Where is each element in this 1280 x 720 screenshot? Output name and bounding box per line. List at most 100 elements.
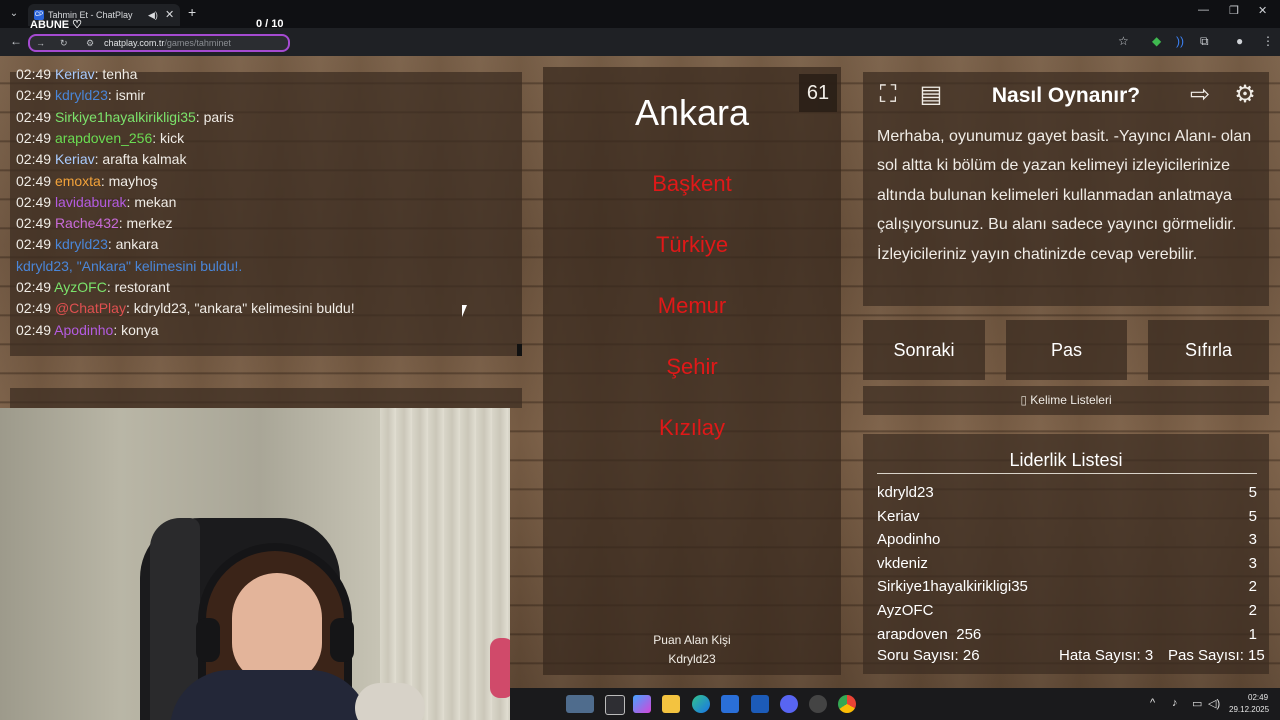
mouse-cursor (462, 305, 472, 317)
clock-date[interactable]: 29.12.2025 (1229, 705, 1269, 714)
chat-username[interactable]: kdryld23 (55, 87, 108, 103)
url-host: chatplay.com.tr (104, 38, 165, 48)
menu-kebab-icon[interactable]: ⋮ (1262, 34, 1274, 48)
profile-avatar-icon[interactable]: ● (1236, 34, 1243, 48)
chat-time: 02:49 (16, 236, 52, 253)
new-tab-icon[interactable]: + (188, 4, 196, 20)
copilot-icon[interactable] (633, 695, 651, 713)
taboo-word-5: Kızılay (658, 415, 726, 440)
site-info-icon[interactable]: ⚙ (86, 36, 94, 50)
chrome-icon[interactable] (838, 695, 856, 713)
discord-icon[interactable] (780, 695, 798, 713)
chat-text: paris (203, 108, 234, 125)
chat-time: 02:49 (16, 193, 52, 210)
chat-username[interactable]: Keriav (55, 66, 95, 82)
extension-shield-icon[interactable]: ◆ (1152, 34, 1161, 48)
close-tab-icon[interactable]: ✕ (165, 4, 174, 26)
chat-text: ismir (115, 87, 146, 104)
chat-username[interactable]: emoxta (55, 173, 101, 189)
close-window-icon[interactable]: ✕ (1258, 4, 1267, 17)
chat-time: 02:49 (16, 151, 52, 168)
chat-scrollbar[interactable] (517, 344, 522, 356)
streamer-body (170, 670, 370, 720)
chat-username[interactable]: Rache432 (55, 215, 119, 231)
windows-taskbar (510, 688, 1280, 720)
headphone-left (196, 618, 220, 662)
reset-button[interactable]: Sıfırla (1148, 320, 1269, 380)
back-icon[interactable]: ← (10, 34, 22, 48)
task-view-icon[interactable] (605, 695, 625, 715)
url-text: chatplay.com.tr/games/tahminet (104, 36, 231, 50)
leaderboard-name: Apodinho (877, 531, 941, 549)
chat-time: 02:49 (16, 172, 52, 189)
bookmark-star-icon[interactable]: ☆ (1118, 34, 1129, 48)
taboo-word-3: Memur (657, 293, 727, 318)
chat-time: 02:49 (16, 108, 52, 125)
store-icon[interactable] (721, 695, 739, 713)
notebook-icon: ▯ (1020, 393, 1031, 407)
chat-message: 02:49 @ChatPlay: kdryld23, "ankara" keli… (16, 300, 355, 317)
chat-username[interactable]: Keriav (55, 151, 95, 167)
chat-time: 02:49 (16, 66, 52, 82)
microphone-tray-icon[interactable]: ♪ (1172, 697, 1178, 709)
chat-message: 02:49 Keriav: tenha (16, 66, 138, 82)
taboo-word-4: Şehir (666, 354, 718, 379)
settings-gear-icon[interactable]: ⚙ (1228, 78, 1262, 112)
word-lists-text: Kelime Listeleri (1030, 393, 1112, 407)
extensions-icon[interactable]: ⧉ (1200, 34, 1209, 49)
chat-message: 02:49 lavidaburak: mekan (16, 193, 177, 210)
url-path: /games/tahminet (164, 38, 231, 48)
leaderboard-score: 3 (1248, 531, 1257, 549)
chat-username[interactable]: AyzOFC (54, 279, 107, 295)
forward-icon[interactable]: → (36, 36, 45, 50)
word-lists-label[interactable]: ▯ Kelime Listeleri (863, 386, 1269, 415)
file-explorer-icon[interactable] (662, 695, 680, 713)
headphone-right (330, 618, 354, 662)
minimize-icon[interactable]: — (1198, 4, 1209, 16)
tray-chevron-icon[interactable]: ^ (1150, 697, 1155, 709)
main-word: Ankara (634, 92, 750, 133)
question-count: Soru Sayısı: 26 (877, 647, 980, 664)
extension-sound-icon[interactable]: )) (1176, 34, 1184, 48)
next-button[interactable]: Sonraki (863, 320, 985, 380)
leaderboard-score: 5 (1248, 507, 1257, 525)
clock-time[interactable]: 02:49 (1248, 693, 1268, 702)
webcam-feed (0, 408, 510, 720)
tab-search-icon[interactable]: ⌄ (6, 6, 22, 22)
reload-icon[interactable]: ↻ (60, 36, 68, 50)
leaderboard-name: kdryld23 (877, 484, 934, 501)
chat-message: 02:49 Apodinho: konya (16, 321, 159, 338)
leaderboard-name: vkdeniz (877, 554, 928, 572)
chat-username[interactable]: Sirkiye1hayalkirikligi35 (55, 109, 196, 125)
leaderboard-score: 2 (1248, 578, 1257, 596)
chat-username[interactable]: lavidaburak (55, 194, 127, 210)
exit-icon[interactable]: ⇨ (1183, 78, 1217, 112)
speaker-icon[interactable]: ◀) (148, 4, 158, 26)
leaderboard-list[interactable]: kdryld23 5 Keriav 5 Apodinho 3 vkdeniz 3 Sirkiye… (863, 480, 1269, 640)
chat-username[interactable]: arapdoven_256 (55, 130, 152, 146)
leaderboard-name: Sirkiye1hayalkirikligi35 (877, 578, 1028, 596)
widgets-icon[interactable] (566, 695, 594, 713)
chat-time: 02:49 (16, 321, 52, 338)
chat-message: 02:49 Keriav: arafta kalmak (16, 151, 187, 168)
chat-text: kdryld23, "ankara" kelimesini buldu! (133, 300, 355, 317)
chat-username[interactable]: @ChatPlay (55, 300, 126, 316)
restore-icon[interactable]: ❐ (1229, 4, 1239, 17)
scorer-name: Kdryld23 (668, 652, 716, 666)
pass-button[interactable]: Pas (1006, 320, 1127, 380)
volume-icon[interactable]: ◁) (1208, 697, 1220, 710)
chat-system-text: kdryld23, "Ankara" kelimesini buldu!. (16, 257, 243, 274)
leaderboard-score: 3 (1248, 554, 1257, 572)
mail-icon[interactable] (751, 695, 769, 713)
chat-text: konya (121, 321, 159, 338)
leaderboard-name: Keriav (877, 507, 920, 525)
edge-icon[interactable] (692, 695, 710, 713)
url-field[interactable]: → ↻ ⚙ chatplay.com.tr/games/tahminet (28, 34, 290, 52)
app-icon[interactable] (809, 695, 827, 713)
chat-time: 02:49 (16, 300, 52, 317)
chat-username[interactable]: Apodinho (54, 322, 113, 338)
chat-message: 02:49 Sirkiye1hayalkirikligi35: paris (16, 108, 234, 125)
network-icon[interactable]: ▭ (1192, 697, 1202, 710)
chat-message: 02:49 kdryld23: ankara (16, 236, 159, 253)
chat-username[interactable]: kdryld23 (55, 236, 108, 252)
